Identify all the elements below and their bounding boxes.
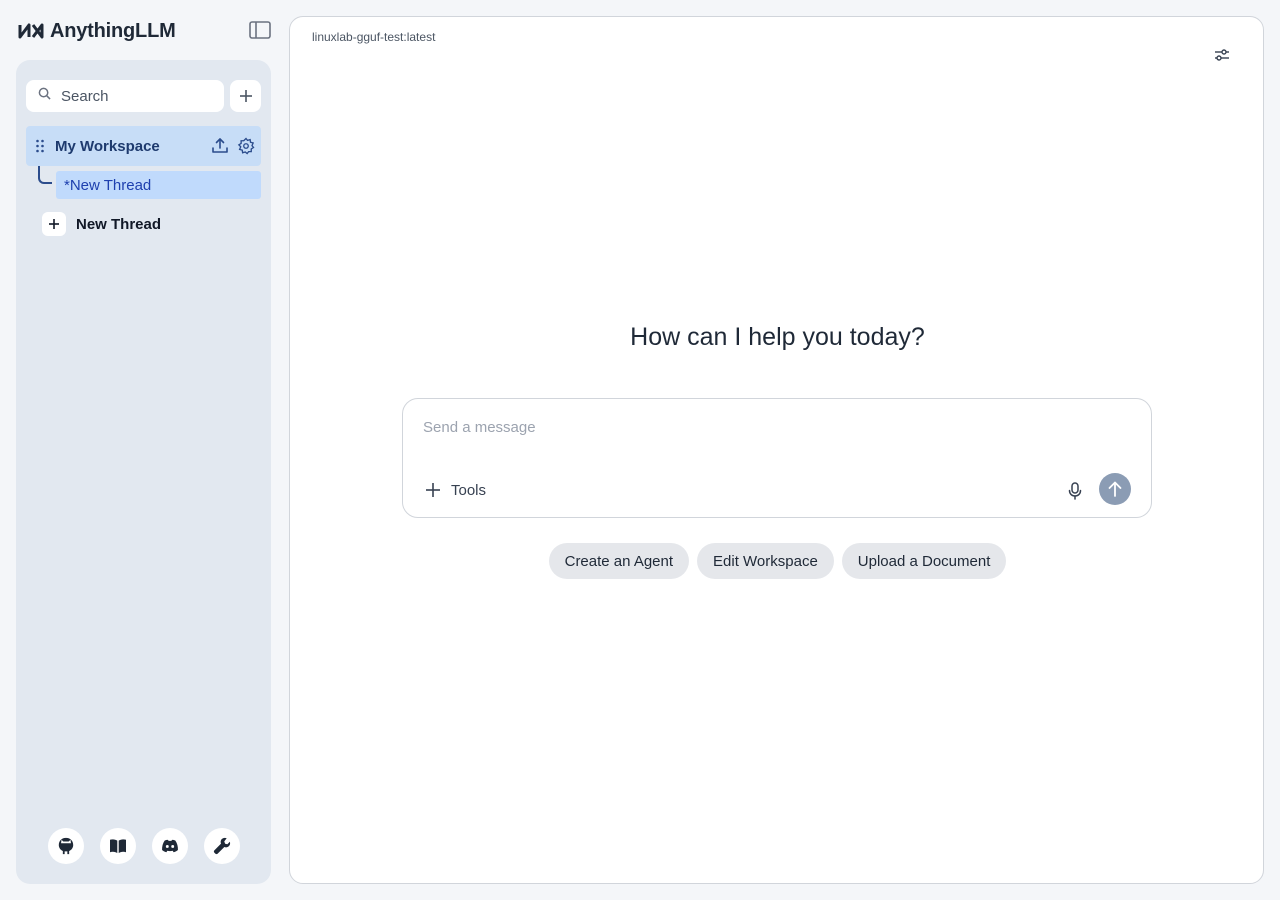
wrench-icon[interactable] [204, 828, 240, 864]
workspace-name: My Workspace [55, 137, 160, 155]
drag-handle-icon[interactable] [34, 138, 46, 154]
new-thread-label: New Thread [76, 215, 162, 233]
plus-icon [42, 212, 66, 236]
sidebar: My Workspace *New Thread New Thread [16, 60, 271, 884]
search-icon [38, 87, 51, 105]
discord-icon[interactable] [152, 828, 188, 864]
edit-workspace-button[interactable]: Edit Workspace [697, 543, 834, 579]
new-thread-button[interactable]: New Thread [42, 212, 161, 236]
main-chat-panel: linuxlab-gguf-test:latest How can I help… [289, 16, 1264, 884]
search-input[interactable] [61, 87, 211, 105]
thread-connector [38, 166, 52, 184]
greeting-heading: How can I help you today? [630, 323, 925, 351]
thread-item-active[interactable]: *New Thread [56, 171, 261, 199]
docs-book-icon[interactable] [100, 828, 136, 864]
new-workspace-button[interactable] [230, 80, 261, 112]
message-input[interactable] [423, 419, 1123, 443]
sidebar-panel-icon [249, 21, 271, 39]
message-composer: Tools [402, 398, 1152, 518]
microphone-icon[interactable] [1063, 479, 1087, 503]
tools-button[interactable]: Tools [425, 479, 486, 501]
gear-icon[interactable] [235, 135, 257, 157]
chat-settings-button[interactable] [1212, 45, 1232, 65]
workspace-item-my-workspace[interactable]: My Workspace [26, 126, 261, 166]
anythingllm-logo-icon [18, 20, 44, 42]
model-name: linuxlab-gguf-test:latest [312, 30, 436, 44]
app-logo: AnythingLLM [18, 18, 176, 44]
sidebar-toggle-button[interactable] [248, 18, 272, 42]
create-agent-button[interactable]: Create an Agent [548, 543, 690, 579]
plus-icon [239, 90, 252, 102]
github-icon[interactable] [48, 828, 84, 864]
sidebar-footer [48, 828, 240, 864]
upload-document-button[interactable]: Upload a Document [841, 543, 1007, 579]
suggestion-chips: Create an Agent Edit Workspace Upload a … [290, 543, 1265, 579]
upload-icon[interactable] [209, 135, 231, 157]
arrow-up-icon [1108, 481, 1122, 497]
sliders-icon [1215, 49, 1229, 61]
send-button[interactable] [1099, 473, 1131, 505]
search-box[interactable] [26, 80, 224, 112]
plus-icon [426, 483, 440, 497]
tools-label: Tools [451, 481, 487, 499]
app-name: AnythingLLM [50, 19, 176, 42]
